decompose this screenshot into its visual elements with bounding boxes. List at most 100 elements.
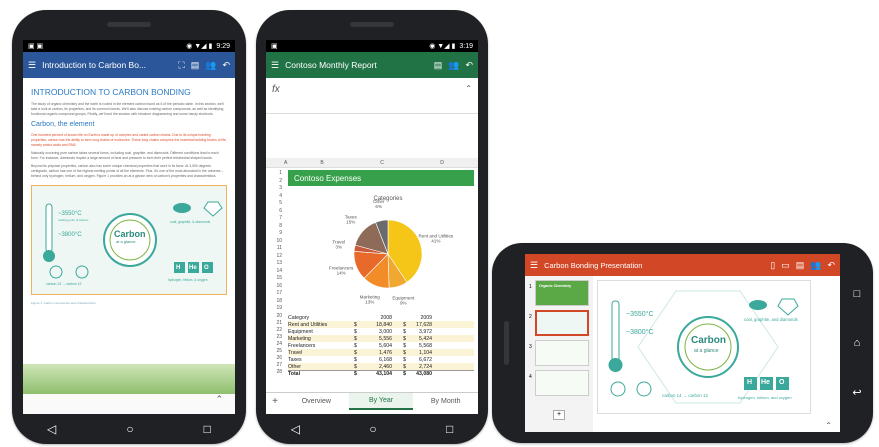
share-icon[interactable]: 👥: [205, 60, 216, 70]
table-row[interactable]: Rent and Utilities $18,840 $17,628: [288, 321, 474, 328]
row-number[interactable]: 19: [266, 305, 282, 313]
speaker-grille: [350, 22, 394, 27]
row-number[interactable]: 7: [266, 215, 282, 223]
cell-currency: $: [403, 363, 406, 370]
undo-icon[interactable]: ↶: [827, 260, 835, 270]
home-icon[interactable]: ○: [126, 422, 133, 436]
slide-temp-high: ~3550°C: [626, 311, 654, 318]
table-total-row[interactable]: Total $43,104 $43,080: [288, 370, 474, 377]
home-icon[interactable]: ⌂: [854, 337, 861, 349]
row-number[interactable]: 27: [266, 362, 282, 369]
col-c[interactable]: C: [352, 160, 412, 166]
focus-icon[interactable]: ⛶: [178, 60, 184, 70]
menu-icon[interactable]: ☰: [530, 260, 538, 270]
share-icon[interactable]: 👥: [810, 260, 821, 270]
table-row[interactable]: Freelancers $5,604 $5,568: [288, 342, 474, 349]
row-number[interactable]: 5: [266, 200, 282, 208]
cell-category: Rent and Utilities: [288, 321, 328, 328]
col-a[interactable]: A: [284, 160, 292, 166]
table-row[interactable]: Equipment $3,000 $3,972: [288, 328, 474, 335]
excel-app-bar: ☰ Contoso Monthly Report ▤ 👥 ↶: [266, 52, 478, 78]
undo-icon[interactable]: ↶: [465, 60, 473, 70]
table-row[interactable]: Marketing $5,556 $5,424: [288, 335, 474, 342]
formula-area[interactable]: [266, 114, 478, 158]
cell-currency: $: [354, 342, 357, 349]
cell-currency: $: [403, 335, 406, 342]
row-number[interactable]: 13: [266, 260, 282, 268]
slide-thumb-4[interactable]: [535, 370, 589, 396]
row-number[interactable]: 4: [266, 193, 282, 201]
present-icon[interactable]: ▭: [781, 260, 790, 270]
save-icon[interactable]: ▤: [191, 60, 200, 70]
cell-2008: 18,840: [376, 321, 392, 328]
row-number[interactable]: 10: [266, 238, 282, 246]
home-icon[interactable]: ○: [369, 422, 376, 436]
col-d[interactable]: D: [412, 160, 472, 166]
row-number[interactable]: 24: [266, 341, 282, 348]
slide-number-1: 1: [529, 284, 532, 290]
undo-icon[interactable]: ↶: [222, 60, 230, 70]
row-number[interactable]: 16: [266, 283, 282, 291]
save-icon[interactable]: ▤: [434, 60, 443, 70]
cell-currency: $: [354, 349, 357, 356]
collapse-chevron-icon[interactable]: ⌃: [825, 421, 832, 430]
paragraph-4: Beyond its physical properties, carbon a…: [31, 164, 224, 179]
slide-canvas[interactable]: Carbon at a glance ~3550°C ~3800°C coal,…: [597, 280, 811, 414]
row-number[interactable]: 2: [266, 178, 282, 186]
row-number[interactable]: 11: [266, 245, 282, 253]
formula-bar[interactable]: fx ⌃: [266, 78, 478, 114]
tab-by-month[interactable]: By Month: [413, 393, 478, 410]
row-number[interactable]: 23: [266, 334, 282, 341]
element-h: H: [176, 265, 181, 272]
element-o: O: [204, 265, 209, 272]
save-icon[interactable]: ▤: [796, 260, 805, 270]
table-row[interactable]: Other $2,460 $2,724: [288, 363, 474, 370]
row-number[interactable]: 15: [266, 275, 282, 283]
slide-thumb-3[interactable]: [535, 340, 589, 366]
menu-icon[interactable]: ☰: [28, 60, 36, 70]
notification-icons: ▣ ▣: [28, 43, 44, 50]
spreadsheet-grid[interactable]: A B C D 1 2 3 4 5 6 7 8 9 10 11 12 13 14 15 16 17 18 19 20 2…: [266, 158, 478, 384]
row-number[interactable]: 9: [266, 230, 282, 238]
pie-label: Other 6%: [373, 199, 385, 209]
add-sheet-button[interactable]: +: [266, 393, 284, 410]
row-number[interactable]: 1: [266, 170, 282, 178]
row-number[interactable]: 28: [266, 369, 282, 376]
share-icon[interactable]: 👥: [448, 60, 459, 70]
row-number[interactable]: 26: [266, 355, 282, 362]
row-number[interactable]: 14: [266, 268, 282, 276]
notes-icon[interactable]: ▯: [770, 260, 775, 270]
row-number[interactable]: 25: [266, 348, 282, 355]
row-number[interactable]: 17: [266, 290, 282, 298]
back-icon[interactable]: ↩: [852, 386, 861, 399]
table-row[interactable]: Travel $1,476 $1,104: [288, 349, 474, 356]
slide-thumb-2[interactable]: [535, 310, 589, 336]
back-icon[interactable]: ◁: [291, 422, 300, 436]
row-number[interactable]: 21: [266, 320, 282, 327]
menu-icon[interactable]: ☰: [271, 60, 279, 70]
row-number[interactable]: 3: [266, 185, 282, 193]
tab-by-year[interactable]: By Year: [348, 393, 414, 410]
col-b[interactable]: B: [292, 160, 352, 166]
collapse-chevron-icon[interactable]: ⌃: [23, 394, 235, 414]
tab-overview[interactable]: Overview: [284, 393, 349, 410]
cell-2009: 43,080: [416, 371, 432, 377]
row-number[interactable]: 22: [266, 327, 282, 334]
row-number[interactable]: 18: [266, 298, 282, 306]
recents-icon[interactable]: □: [446, 422, 453, 436]
cell-currency: $: [403, 328, 406, 335]
slide-thumb-1[interactable]: Organic Chemistry: [535, 280, 589, 306]
recents-icon[interactable]: □: [204, 422, 211, 436]
add-slide-button[interactable]: +: [553, 410, 565, 420]
sheet-title: Contoso Expenses: [288, 170, 474, 186]
expand-chevron-icon[interactable]: ⌃: [465, 84, 472, 93]
row-number[interactable]: 12: [266, 253, 282, 261]
cell-2009: 6,672: [419, 356, 432, 363]
pie-label: Marketing 13%: [360, 295, 381, 305]
table-row[interactable]: Taxes $6,168 $6,672: [288, 356, 474, 363]
recents-icon[interactable]: □: [854, 288, 861, 300]
row-number[interactable]: 20: [266, 313, 282, 320]
row-number[interactable]: 8: [266, 223, 282, 231]
back-icon[interactable]: ◁: [47, 422, 56, 436]
row-number[interactable]: 6: [266, 208, 282, 216]
